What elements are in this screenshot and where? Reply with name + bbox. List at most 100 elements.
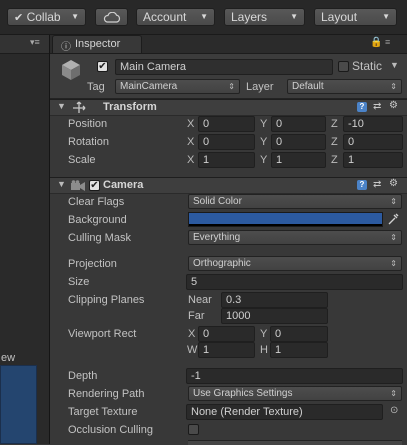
viewport-w-field[interactable]: 1 [198,342,255,358]
collab-label: Collab [26,10,61,24]
projection-dropdown[interactable]: Orthographic ⇕ [188,256,402,271]
layout-dropdown[interactable]: Layout ▼ [314,8,397,26]
inspector-tab[interactable]: ⓘ Inspector [52,35,142,53]
rotation-y-field[interactable]: 0 [271,134,326,150]
dropdown-arrow-icon: ▼ [71,12,79,21]
cloud-icon [103,11,120,23]
near-field[interactable]: 0.3 [221,292,328,308]
scene-panel-tabbar: ▾≡ [0,35,49,54]
layers-dropdown[interactable]: Layers ▼ [224,8,305,26]
scale-y-field[interactable]: 1 [271,152,326,168]
culling-mask-dropdown[interactable]: Everything ⇕ [188,230,402,245]
scale-z-field[interactable]: 1 [343,152,403,168]
help-icon[interactable]: ? [357,180,367,190]
size-label: Size [68,276,90,288]
rendering-path-dropdown[interactable]: Use Graphics Settings ⇕ [188,386,402,401]
help-icon[interactable]: ? [357,102,367,112]
gameobject-cube-icon [62,60,80,80]
target-texture-label: Target Texture [68,406,138,418]
axis-z-label[interactable]: Z [331,153,338,167]
active-checkbox[interactable]: ✔ [97,61,108,72]
lock-icon[interactable]: 🔒 [370,37,382,48]
near-label: Near [188,294,212,306]
tag-value: MainCamera [120,81,178,92]
tag-label: Tag [87,81,105,93]
viewport-x-label[interactable]: X [188,327,195,341]
viewport-y-field[interactable]: 0 [270,326,328,342]
rotation-z-field[interactable]: 0 [343,134,403,150]
viewport-h-label[interactable]: H [260,343,268,357]
rendering-path-value: Use Graphics Settings [193,388,293,399]
camera-enabled-checkbox[interactable]: ✔ [89,180,100,191]
size-field[interactable]: 5 [186,274,403,290]
position-z-field[interactable]: -10 [343,116,403,132]
dropdown-arrow-icon: ▼ [200,12,208,21]
account-dropdown[interactable]: Account ▼ [136,8,215,26]
background-color-field[interactable] [188,212,383,227]
axis-y-label[interactable]: Y [260,135,267,149]
updown-arrow-icon: ⇕ [228,82,235,91]
depth-field[interactable]: -1 [186,368,403,384]
occlusion-culling-label: Occlusion Culling [68,424,153,436]
position-label: Position [68,118,108,130]
collab-button[interactable]: ✔ Collab ▼ [7,8,86,26]
viewport-w-label[interactable]: W [187,343,197,357]
viewport-h-field[interactable]: 1 [270,342,328,358]
eyedropper-icon[interactable] [387,213,399,226]
static-dropdown-arrow-icon[interactable]: ▼ [390,60,399,70]
updown-arrow-icon: ⇕ [390,259,397,268]
updown-arrow-icon: ⇕ [390,389,397,398]
axis-y-label[interactable]: Y [260,117,267,131]
position-y-field[interactable]: 0 [271,116,326,132]
layer-dropdown[interactable]: Default ⇕ [287,79,402,94]
axis-x-label[interactable]: X [187,117,194,131]
layers-label: Layers [231,10,268,24]
cloud-button[interactable] [95,8,128,26]
axis-x-label[interactable]: X [187,153,194,167]
viewport-rect-label: Viewport Rect [68,328,137,340]
position-x-field[interactable]: 0 [198,116,255,132]
depth-label: Depth [68,370,98,382]
rotation-label: Rotation [68,136,109,148]
projection-value: Orthographic [193,258,251,269]
main-toolbar: ✔ Collab ▼ Account ▼ Layers ▼ Layout ▼ [0,0,407,35]
rotation-x-field[interactable]: 0 [198,134,255,150]
axis-z-label[interactable]: Z [331,135,338,149]
clear-flags-label: Clear Flags [68,196,125,208]
updown-arrow-icon: ⇕ [390,197,397,206]
viewport-x-field[interactable]: 0 [198,326,255,342]
gear-icon[interactable]: ⚙ [389,100,398,112]
rendering-path-label: Rendering Path [68,388,145,400]
clear-flags-value: Solid Color [193,196,242,207]
panel-menu-icon[interactable]: ▾≡ [30,37,40,48]
axis-z-label[interactable]: Z [331,117,338,131]
preset-icon[interactable]: ⇄ [373,101,381,113]
foldout-arrow-icon[interactable]: ▼ [57,101,66,111]
viewport-y-label[interactable]: Y [260,327,267,341]
dropdown-arrow-icon: ▼ [382,12,390,21]
axis-x-label[interactable]: X [187,135,194,149]
occlusion-culling-checkbox[interactable] [188,424,199,435]
foldout-arrow-icon[interactable]: ▼ [57,179,66,189]
color-alpha-bar [189,224,382,226]
check-icon: ✔ [14,12,24,24]
scale-label: Scale [68,154,96,166]
gear-icon[interactable]: ⚙ [389,178,398,190]
scene-viewport[interactable] [0,365,37,444]
background-label: Background [68,214,127,226]
tag-dropdown[interactable]: MainCamera ⇕ [115,79,240,94]
object-picker-icon[interactable]: ⊙ [390,405,398,416]
static-checkbox[interactable] [338,61,349,72]
axis-y-label[interactable]: Y [260,153,267,167]
far-field[interactable]: 1000 [221,308,328,324]
object-name-field[interactable]: Main Camera [115,59,333,75]
clear-flags-dropdown[interactable]: Solid Color ⇕ [188,194,402,209]
transform-icon [73,101,86,113]
preset-icon[interactable]: ⇄ [373,179,381,191]
far-label: Far [188,310,205,322]
target-texture-field[interactable]: None (Render Texture) [186,404,383,420]
account-label: Account [143,10,187,24]
panel-menu-icon[interactable]: ≡ [385,37,390,47]
transform-title: Transform [103,101,157,113]
scale-x-field[interactable]: 1 [198,152,255,168]
